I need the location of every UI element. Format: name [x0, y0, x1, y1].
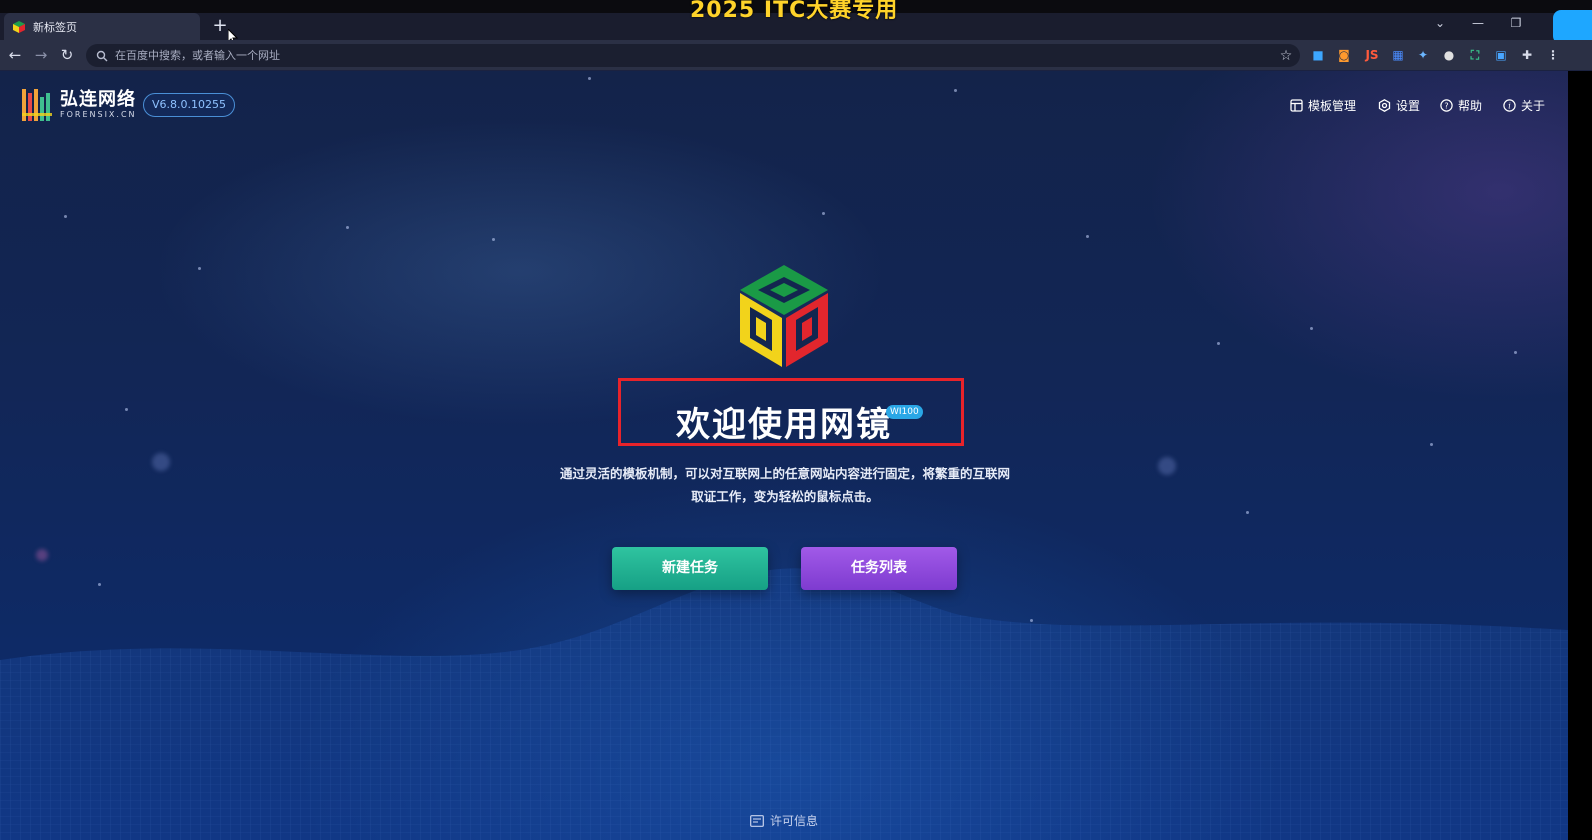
glow-orb: [36, 549, 48, 561]
screen: 新标签页 + 2025 ITC大赛专用 ⌄ — ❐ ← → ↻ ☆ ■ ◙ JS…: [0, 0, 1592, 840]
browser-menu-icon[interactable]: ⋮: [1545, 47, 1561, 63]
screen-edge-strip: [1568, 71, 1592, 840]
info-icon: i: [1503, 99, 1516, 112]
capture-extension-icon[interactable]: ⛶: [1467, 47, 1483, 63]
back-arrow-icon[interactable]: ←: [5, 45, 25, 65]
tab-title: 新标签页: [33, 20, 77, 34]
reload-icon[interactable]: ↻: [57, 45, 77, 65]
cube-favicon-icon: [13, 20, 25, 33]
star-dot: [954, 89, 957, 92]
nav-label: 关于: [1521, 99, 1546, 113]
wangjing-cube-logo-icon: [740, 265, 828, 367]
star-dot: [1514, 351, 1517, 354]
js-extension-icon[interactable]: JS: [1362, 47, 1382, 63]
browser-tab-active[interactable]: 新标签页: [4, 13, 200, 40]
brand-domain: FORENSIX.CN: [60, 110, 137, 119]
browser-toolbar: ← → ↻ ☆ ■ ◙ JS ▦ ✦ ● ⛶ ▣ ✚ ⋮: [0, 40, 1592, 71]
license-icon: [750, 814, 764, 827]
restore-button[interactable]: ❐: [1506, 16, 1526, 30]
description-line-1: 通过灵活的模板机制，可以对互联网上的任意网站内容进行固定，将繁重的互联网: [559, 466, 1010, 481]
browser-tabstrip: 新标签页 + 2025 ITC大赛专用 ⌄ — ❐: [0, 0, 1592, 45]
search-icon: [96, 50, 108, 61]
nav-help[interactable]: ? 帮助: [1440, 97, 1482, 114]
puzzle-color-extension-icon[interactable]: ✦: [1415, 47, 1431, 63]
svg-text:i: i: [1508, 102, 1511, 111]
settings-icon: [1378, 99, 1391, 112]
screen-extension-icon[interactable]: ▣: [1493, 47, 1509, 63]
template-icon: [1290, 99, 1303, 112]
grid-extension-icon[interactable]: ▦: [1390, 47, 1406, 63]
new-task-button[interactable]: 新建任务: [612, 547, 768, 590]
star-dot: [1310, 327, 1313, 330]
task-list-button[interactable]: 任务列表: [801, 547, 957, 590]
star-dot: [346, 226, 349, 229]
license-label: 许可信息: [770, 814, 819, 828]
nav-label: 设置: [1396, 99, 1421, 113]
star-dot: [64, 215, 67, 218]
star-dot: [492, 238, 495, 241]
hero-description: 通过灵活的模板机制，可以对互联网上的任意网站内容进行固定，将繁重的互联网 取证工…: [540, 462, 1030, 508]
video-extension-icon[interactable]: ■: [1310, 47, 1326, 63]
svg-text:?: ?: [1444, 102, 1448, 111]
description-line-2: 取证工作，变为轻松的鼠标点击。: [691, 489, 879, 504]
help-icon: ?: [1440, 99, 1453, 112]
camera-extension-icon[interactable]: ◙: [1336, 47, 1352, 63]
nav-template-manage[interactable]: 模板管理: [1290, 97, 1356, 114]
app-page: 弘连网络 FORENSIX.CN V6.8.0.10255 模板管理 设置 ? …: [0, 71, 1568, 840]
version-badge: V6.8.0.10255: [143, 93, 236, 117]
star-dot: [1246, 511, 1249, 514]
star-dot: [1217, 342, 1220, 345]
brand-logo-group[interactable]: 弘连网络 FORENSIX.CN: [20, 87, 137, 123]
circle-extension-icon[interactable]: ●: [1441, 47, 1457, 63]
star-dot: [1086, 235, 1089, 238]
star-dot: [98, 583, 101, 586]
nav-label: 帮助: [1458, 99, 1483, 113]
address-bar[interactable]: ☆: [86, 44, 1300, 67]
extensions-puzzle-icon[interactable]: ✚: [1519, 47, 1535, 63]
star-dot: [1030, 619, 1033, 622]
minimize-button[interactable]: —: [1468, 16, 1488, 30]
page-title: 欢迎使用网镜: [676, 405, 892, 445]
forensix-logo-icon: [22, 89, 52, 121]
star-dot: [822, 212, 825, 215]
star-dot: [588, 77, 591, 80]
nav-label: 模板管理: [1308, 99, 1357, 113]
address-input[interactable]: [115, 49, 1278, 62]
brand-text: 弘连网络 FORENSIX.CN: [60, 90, 137, 120]
brand-name: 弘连网络: [60, 89, 136, 110]
star-dot: [198, 267, 201, 270]
nav-settings[interactable]: 设置: [1378, 97, 1420, 114]
forward-arrow-icon[interactable]: →: [31, 45, 51, 65]
license-info-link[interactable]: 许可信息: [750, 812, 818, 829]
nav-about[interactable]: i 关于: [1503, 97, 1545, 114]
wireframe-terrain-background: [0, 568, 1568, 840]
video-overlay-caption: 2025 ITC大赛专用: [690, 0, 899, 23]
side-floating-badge[interactable]: [1553, 10, 1592, 44]
glow-orb: [1158, 457, 1176, 475]
glow-orb: [152, 453, 170, 471]
tab-search-chevron-icon[interactable]: ⌄: [1430, 16, 1450, 30]
bookmark-star-icon[interactable]: ☆: [1278, 48, 1294, 64]
edition-badge: WI100: [886, 405, 923, 419]
